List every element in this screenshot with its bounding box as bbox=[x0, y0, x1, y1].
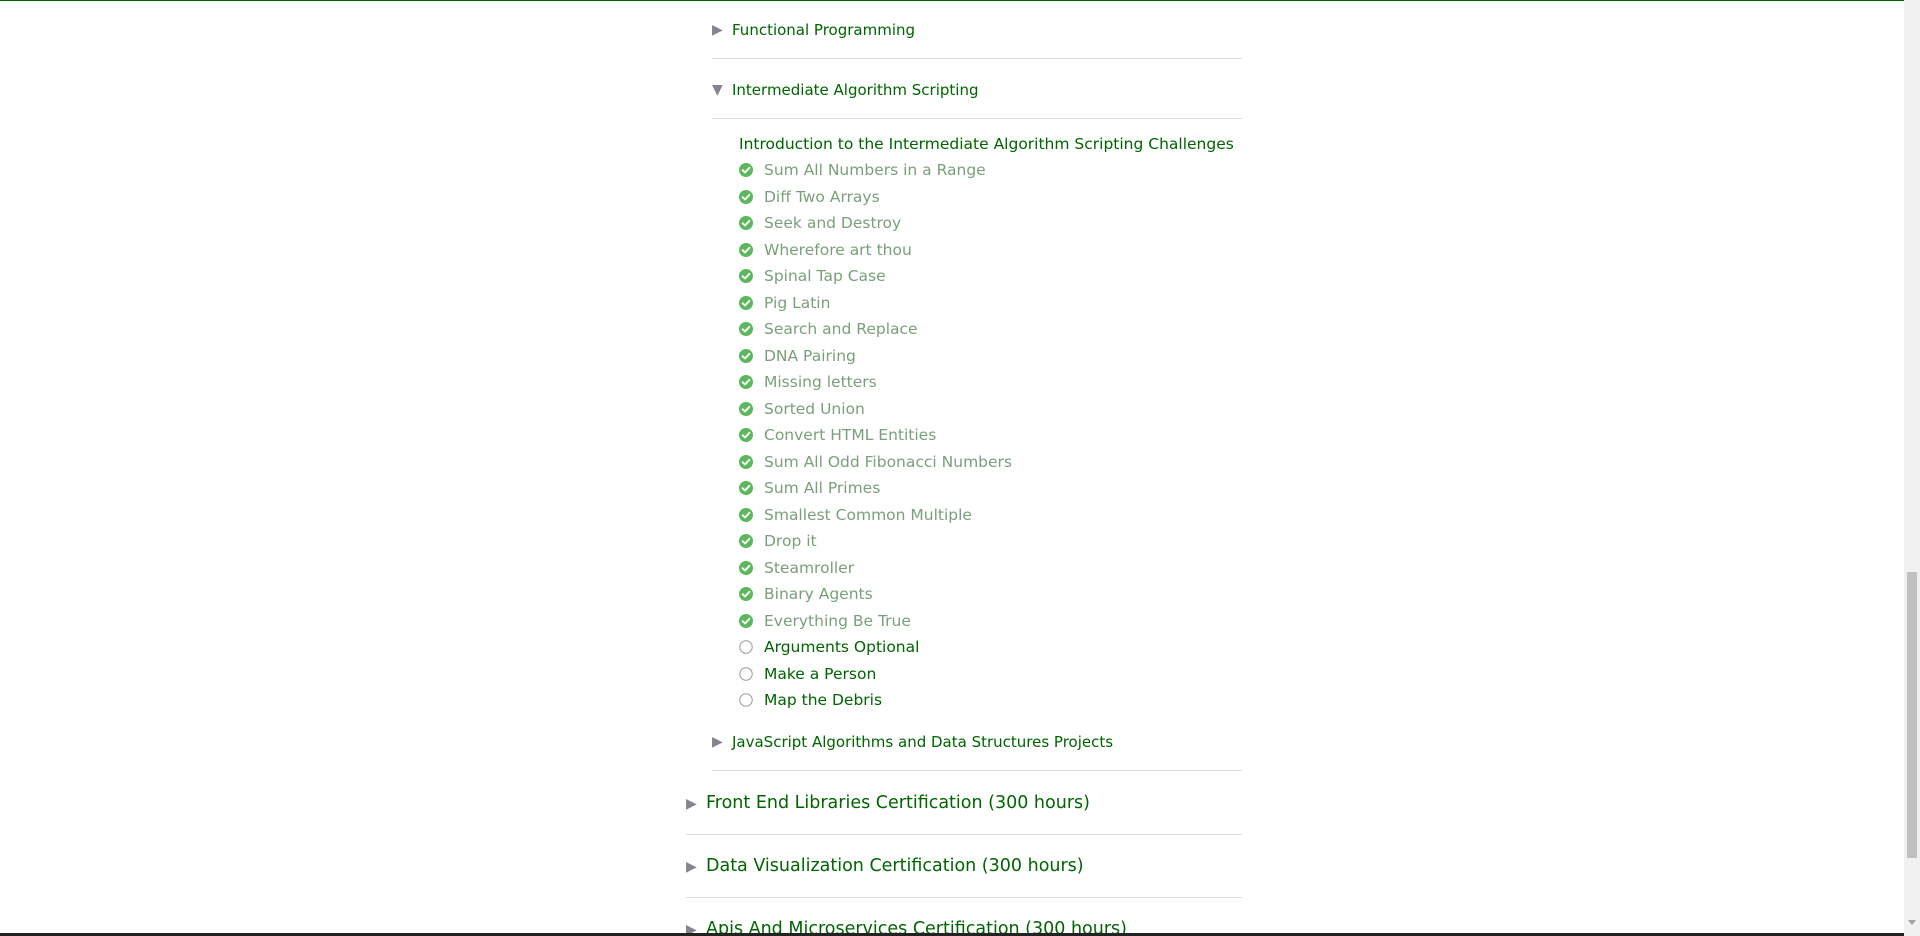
check-circle-icon bbox=[739, 481, 753, 495]
check-circle-icon bbox=[739, 295, 753, 310]
caret-right-icon: ▶ bbox=[686, 796, 697, 812]
challenge-title[interactable]: Seek and Destroy bbox=[764, 214, 901, 232]
block-header-functional-programming[interactable]: ▶ Functional Programming bbox=[712, 0, 1242, 59]
block-header-projects[interactable]: ▶ JavaScript Algorithms and Data Structu… bbox=[712, 712, 1242, 771]
challenge-title[interactable]: Spinal Tap Case bbox=[764, 267, 886, 285]
page-scrollbar[interactable] bbox=[1904, 0, 1920, 936]
check-circle-icon bbox=[739, 587, 753, 601]
challenge-item[interactable]: Search and Replace bbox=[739, 320, 1219, 346]
block-title[interactable]: JavaScript Algorithms and Data Structure… bbox=[732, 733, 1113, 751]
challenge-item[interactable]: Pig Latin bbox=[739, 294, 1219, 320]
scrollbar-thumb[interactable] bbox=[1907, 572, 1917, 858]
scroll-down-arrow-icon[interactable] bbox=[1908, 920, 1916, 925]
challenge-item[interactable]: Seek and Destroy bbox=[739, 214, 1219, 240]
challenge-item[interactable]: Sum All Numbers in a Range bbox=[739, 161, 1219, 187]
check-circle-icon bbox=[739, 242, 753, 257]
cert-header-data-visualization[interactable]: ▶ Data Visualization Certification (300 … bbox=[686, 835, 1242, 898]
challenge-item[interactable]: Sorted Union bbox=[739, 400, 1219, 426]
challenge-title[interactable]: Arguments Optional bbox=[764, 638, 919, 656]
challenge-title[interactable]: DNA Pairing bbox=[764, 347, 856, 365]
challenge-title[interactable]: Pig Latin bbox=[764, 294, 830, 312]
check-circle-icon bbox=[739, 534, 753, 548]
caret-right-icon: ▶ bbox=[712, 22, 723, 38]
challenge-title[interactable]: Diff Two Arrays bbox=[764, 188, 880, 206]
check-circle-icon bbox=[739, 560, 753, 575]
challenge-title[interactable]: Map the Debris bbox=[764, 691, 882, 709]
block-title[interactable]: Intermediate Algorithm Scripting bbox=[732, 81, 978, 99]
challenge-item[interactable]: Binary Agents bbox=[739, 585, 1219, 611]
check-circle-icon bbox=[739, 401, 753, 416]
challenge-title[interactable]: Everything Be True bbox=[764, 612, 911, 630]
challenge-item[interactable]: Wherefore art thou bbox=[739, 241, 1219, 267]
challenge-item[interactable]: Missing letters bbox=[739, 373, 1219, 399]
check-circle-icon bbox=[739, 348, 753, 363]
challenge-title[interactable]: Binary Agents bbox=[764, 585, 873, 603]
challenge-title[interactable]: Steamroller bbox=[764, 559, 854, 577]
check-circle-icon bbox=[739, 613, 753, 628]
challenge-item[interactable]: Smallest Common Multiple bbox=[739, 506, 1219, 532]
empty-circle-icon bbox=[739, 693, 753, 707]
check-circle-icon bbox=[739, 163, 753, 177]
challenge-title[interactable]: Search and Replace bbox=[764, 320, 918, 338]
challenge-item[interactable]: Drop it bbox=[739, 532, 1219, 558]
check-circle-icon bbox=[739, 454, 753, 469]
check-circle-icon bbox=[739, 269, 753, 283]
check-circle-icon bbox=[739, 216, 753, 230]
check-circle-icon bbox=[739, 189, 753, 204]
check-circle-icon bbox=[739, 322, 753, 336]
caret-down-icon: ▼ bbox=[712, 82, 723, 98]
challenge-item[interactable]: Arguments Optional bbox=[739, 638, 1219, 664]
challenge-item[interactable]: Convert HTML Entities bbox=[739, 426, 1219, 452]
challenge-item[interactable]: Diff Two Arrays bbox=[739, 188, 1219, 214]
challenge-item[interactable]: Make a Person bbox=[739, 665, 1219, 691]
block-header-intermediate-algorithm-scripting[interactable]: ▼ Intermediate Algorithm Scripting bbox=[712, 60, 1242, 119]
check-circle-icon bbox=[739, 375, 753, 389]
challenge-item[interactable]: DNA Pairing bbox=[739, 347, 1219, 373]
challenge-title[interactable]: Sum All Numbers in a Range bbox=[764, 161, 986, 179]
cert-header-apis-microservices[interactable]: ▶ Apis And Microservices Certification (… bbox=[686, 898, 1242, 936]
challenge-title[interactable]: Wherefore art thou bbox=[764, 241, 912, 259]
challenge-title[interactable]: Sorted Union bbox=[764, 400, 865, 418]
intro-link[interactable]: Introduction to the Intermediate Algorit… bbox=[739, 135, 1234, 153]
caret-right-icon: ▶ bbox=[686, 859, 697, 875]
challenge-title[interactable]: Smallest Common Multiple bbox=[764, 506, 972, 524]
challenge-item[interactable]: Sum All Primes bbox=[739, 479, 1219, 505]
block-title[interactable]: Functional Programming bbox=[732, 21, 915, 39]
challenge-title[interactable]: Sum All Odd Fibonacci Numbers bbox=[764, 453, 1012, 471]
empty-circle-icon bbox=[739, 640, 753, 654]
challenge-item[interactable]: Steamroller bbox=[739, 559, 1219, 585]
challenge-item[interactable]: Everything Be True bbox=[739, 612, 1219, 638]
cert-title[interactable]: Data Visualization Certification (300 ho… bbox=[706, 856, 1084, 876]
challenge-item[interactable]: Sum All Odd Fibonacci Numbers bbox=[739, 453, 1219, 479]
challenge-item[interactable]: Spinal Tap Case bbox=[739, 267, 1219, 293]
challenge-title[interactable]: Missing letters bbox=[764, 373, 877, 391]
challenge-title[interactable]: Convert HTML Entities bbox=[764, 426, 936, 444]
cert-title[interactable]: Front End Libraries Certification (300 h… bbox=[706, 793, 1090, 813]
caret-right-icon: ▶ bbox=[712, 734, 723, 750]
cert-header-front-end-libraries[interactable]: ▶ Front End Libraries Certification (300… bbox=[686, 772, 1242, 835]
challenge-title[interactable]: Drop it bbox=[764, 532, 817, 550]
check-circle-icon bbox=[739, 507, 753, 522]
challenge-title[interactable]: Sum All Primes bbox=[764, 479, 880, 497]
empty-circle-icon bbox=[739, 666, 753, 681]
check-circle-icon bbox=[739, 428, 753, 442]
challenge-title[interactable]: Make a Person bbox=[764, 665, 876, 683]
